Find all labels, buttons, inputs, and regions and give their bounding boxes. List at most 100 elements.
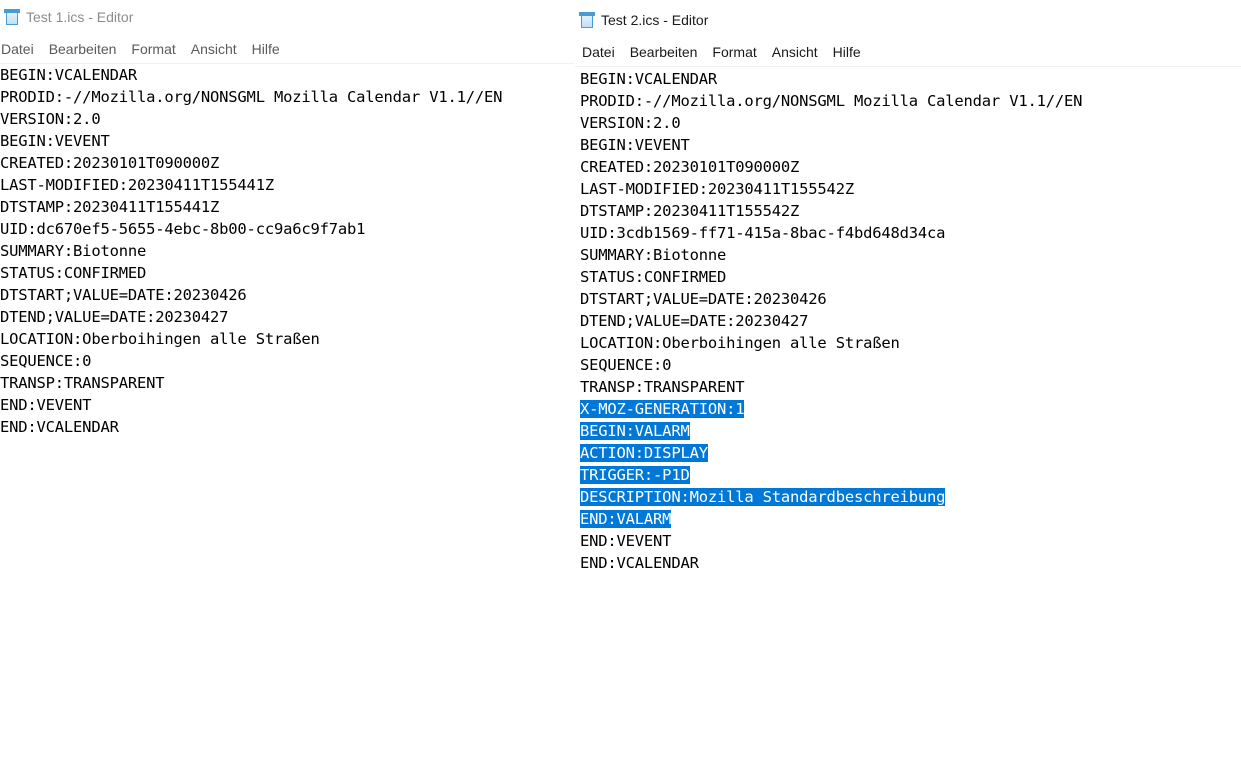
text-line: SEQUENCE:0: [580, 354, 1241, 376]
text-line: BEGIN:VEVENT: [0, 130, 574, 152]
line-text: CREATED:20230101T090000Z: [0, 154, 220, 172]
text-line: DTEND;VALUE=DATE:20230427: [580, 310, 1241, 332]
line-text: DTEND;VALUE=DATE:20230427: [0, 308, 229, 326]
text-line: PRODID:-//Mozilla.org/NONSGML Mozilla Ca…: [580, 90, 1241, 112]
text-line: BEGIN:VCALENDAR: [580, 68, 1241, 90]
text-line: SEQUENCE:0: [0, 350, 574, 372]
notepad-icon: [4, 9, 20, 25]
text-line: LOCATION:Oberboihingen alle Straßen: [0, 328, 574, 350]
line-text: PRODID:-//Mozilla.org/NONSGML Mozilla Ca…: [580, 92, 1083, 110]
text-line: CREATED:20230101T090000Z: [0, 152, 574, 174]
line-text: CREATED:20230101T090000Z: [580, 158, 800, 176]
text-line: VERSION:2.0: [580, 112, 1241, 134]
selected-text-line: TRIGGER:-P1D: [580, 464, 1241, 486]
text-area[interactable]: BEGIN:VCALENDAR PRODID:-//Mozilla.org/NON…: [0, 64, 574, 780]
line-text: END:VEVENT: [580, 532, 672, 550]
text-line: STATUS:CONFIRMED: [580, 266, 1241, 288]
text-line: LAST-MODIFIED:20230411T155441Z: [0, 174, 574, 196]
line-text: STATUS:CONFIRMED: [0, 264, 147, 282]
text-area[interactable]: BEGIN:VCALENDAR PRODID:-//Mozilla.org/NON…: [580, 68, 1241, 780]
text-line: END:VEVENT: [580, 530, 1241, 552]
line-text: DTEND;VALUE=DATE:20230427: [580, 312, 809, 330]
menu-format[interactable]: Format: [712, 44, 756, 60]
window-title: Test 2.ics - Editor: [601, 12, 709, 28]
text-line: LOCATION:Oberboihingen alle Straßen: [580, 332, 1241, 354]
text-line: CREATED:20230101T090000Z: [580, 156, 1241, 178]
notepad-icon: [579, 12, 595, 28]
text-line: END:VEVENT: [0, 394, 574, 416]
line-text: BEGIN:VEVENT: [580, 136, 690, 154]
line-text: PRODID:-//Mozilla.org/NONSGML Mozilla Ca…: [0, 88, 503, 106]
title-bar[interactable]: Test 1.ics - Editor: [0, 0, 574, 34]
text-line: SUMMARY:Biotonne: [0, 240, 574, 262]
text-line: BEGIN:VEVENT: [580, 134, 1241, 156]
line-text: STATUS:CONFIRMED: [580, 268, 727, 286]
line-text: BEGIN:VCALENDAR: [580, 70, 717, 88]
menu-bearbeiten[interactable]: Bearbeiten: [49, 41, 117, 57]
window-title: Test 1.ics - Editor: [26, 9, 134, 25]
selected-text-line: DESCRIPTION:Mozilla Standardbeschreibung: [580, 486, 1241, 508]
menu-ansicht[interactable]: Ansicht: [191, 41, 237, 57]
menu-ansicht[interactable]: Ansicht: [772, 44, 818, 60]
menu-datei[interactable]: Datei: [1, 41, 34, 57]
text-line: LAST-MODIFIED:20230411T155542Z: [580, 178, 1241, 200]
text-line: PRODID:-//Mozilla.org/NONSGML Mozilla Ca…: [0, 86, 574, 108]
line-text: DTSTART;VALUE=DATE:20230426: [0, 286, 247, 304]
menu-hilfe[interactable]: Hilfe: [833, 44, 861, 60]
line-text: LAST-MODIFIED:20230411T155542Z: [580, 180, 854, 198]
line-text: END:VALARM: [580, 510, 672, 528]
line-text: SUMMARY:Biotonne: [0, 242, 147, 260]
line-text: DTSTART;VALUE=DATE:20230426: [580, 290, 827, 308]
line-text: SUMMARY:Biotonne: [580, 246, 727, 264]
text-line: DTSTART;VALUE=DATE:20230426: [0, 284, 574, 306]
line-text: END:VEVENT: [0, 396, 92, 414]
editor-window-test1[interactable]: Test 1.ics - Editor Datei Bearbeiten For…: [0, 0, 574, 780]
title-bar[interactable]: Test 2.ics - Editor: [575, 3, 1241, 37]
line-text: BEGIN:VALARM: [580, 422, 690, 440]
line-text: TRIGGER:-P1D: [580, 466, 690, 484]
line-text: SEQUENCE:0: [580, 356, 672, 374]
line-text: BEGIN:VCALENDAR: [0, 66, 137, 84]
line-text: END:VCALENDAR: [580, 554, 699, 572]
text-line: DTSTART;VALUE=DATE:20230426: [580, 288, 1241, 310]
line-text: END:VCALENDAR: [0, 418, 119, 436]
menu-datei[interactable]: Datei: [582, 44, 615, 60]
line-text: LOCATION:Oberboihingen alle Straßen: [580, 334, 900, 352]
line-text: LOCATION:Oberboihingen alle Straßen: [0, 330, 320, 348]
line-text: DESCRIPTION:Mozilla Standardbeschreibung: [580, 488, 946, 506]
text-line: TRANSP:TRANSPARENT: [0, 372, 574, 394]
selected-text-line: END:VALARM: [580, 508, 1241, 530]
line-text: BEGIN:VEVENT: [0, 132, 110, 150]
text-line: TRANSP:TRANSPARENT: [580, 376, 1241, 398]
line-text: VERSION:2.0: [580, 114, 681, 132]
selected-text-line: ACTION:DISPLAY: [580, 442, 1241, 464]
line-text: TRANSP:TRANSPARENT: [0, 374, 165, 392]
text-line: BEGIN:VCALENDAR: [0, 64, 574, 86]
menu-bearbeiten[interactable]: Bearbeiten: [630, 44, 698, 60]
text-line: STATUS:CONFIRMED: [0, 262, 574, 284]
text-line: END:VCALENDAR: [0, 416, 574, 438]
line-text: SEQUENCE:0: [0, 352, 92, 370]
line-text: UID:dc670ef5-5655-4ebc-8b00-cc9a6c9f7ab1: [0, 220, 366, 238]
line-text: UID:3cdb1569-ff71-415a-8bac-f4bd648d34ca: [580, 224, 946, 242]
text-line: SUMMARY:Biotonne: [580, 244, 1241, 266]
menu-bar: Datei Bearbeiten Format Ansicht Hilfe: [0, 34, 574, 64]
text-line: UID:3cdb1569-ff71-415a-8bac-f4bd648d34ca: [580, 222, 1241, 244]
selected-text-line: X-MOZ-GENERATION:1: [580, 398, 1241, 420]
text-line: END:VCALENDAR: [580, 552, 1241, 574]
text-line: DTEND;VALUE=DATE:20230427: [0, 306, 574, 328]
text-line: DTSTAMP:20230411T155441Z: [0, 196, 574, 218]
text-line: DTSTAMP:20230411T155542Z: [580, 200, 1241, 222]
editor-window-test2[interactable]: Test 2.ics - Editor Datei Bearbeiten For…: [575, 3, 1241, 780]
line-text: VERSION:2.0: [0, 110, 101, 128]
text-line: UID:dc670ef5-5655-4ebc-8b00-cc9a6c9f7ab1: [0, 218, 574, 240]
line-text: X-MOZ-GENERATION:1: [580, 400, 745, 418]
menu-format[interactable]: Format: [131, 41, 175, 57]
menu-bar: Datei Bearbeiten Format Ansicht Hilfe: [575, 37, 1241, 67]
line-text: DTSTAMP:20230411T155542Z: [580, 202, 800, 220]
line-text: TRANSP:TRANSPARENT: [580, 378, 745, 396]
line-text: ACTION:DISPLAY: [580, 444, 708, 462]
selected-text-line: BEGIN:VALARM: [580, 420, 1241, 442]
menu-hilfe[interactable]: Hilfe: [252, 41, 280, 57]
text-line: VERSION:2.0: [0, 108, 574, 130]
